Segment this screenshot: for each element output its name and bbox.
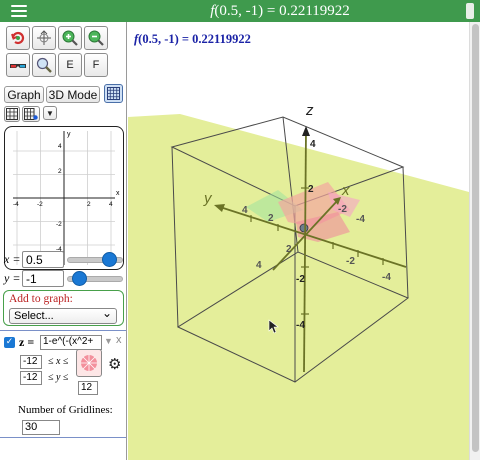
z-tick-2: 2 (308, 184, 314, 195)
surface-color-button[interactable] (76, 349, 102, 377)
header-scroll-stub (466, 3, 474, 19)
zoom-out-icon (88, 30, 104, 46)
y-tick-neg2: -2 (346, 256, 355, 267)
y-tick-4: 4 (242, 205, 248, 216)
surface-color-icon (81, 355, 97, 371)
function-expression-input[interactable]: 1-e^(-(x^2+ (40, 335, 102, 350)
y-slider-knob[interactable] (72, 271, 88, 286)
function-entry-panel: ✓ z = 1-e^(-(x^2+ ▼ x -12 ≤ x ≤ -12 ≤ y … (0, 330, 126, 438)
grid-icon (107, 87, 120, 100)
z-tick-4: 4 (310, 139, 316, 150)
f-button[interactable]: F (84, 53, 108, 77)
x-value-input[interactable] (22, 251, 64, 268)
3d-glasses-icon (10, 64, 26, 68)
hamburger-menu-icon[interactable] (6, 0, 32, 22)
graph-3d-canvas[interactable]: z y x 4 2 -2 -4 4 2 -2 -4 -2 -4 2 4 f(0.… (128, 22, 469, 460)
tab-3d-mode[interactable]: 3D Mode (46, 86, 100, 103)
header-title: f(0.5, -1) = 0.22119922 (120, 0, 440, 22)
mini-2d-graph[interactable]: x y -4 -2 2 4 4 2 -2 -4 (4, 126, 124, 270)
z-tick-neg4: -4 (296, 320, 305, 331)
reset-view-button[interactable] (6, 26, 30, 50)
y-range-label: ≤ y ≤ (48, 372, 69, 383)
y-slider[interactable] (67, 271, 123, 286)
zoom-in-button[interactable] (58, 26, 82, 50)
mini-y-tick-2: 2 (58, 168, 62, 175)
x-variable-label: x = (4, 252, 21, 266)
function-lhs: z = (19, 335, 35, 349)
table-view-button[interactable] (4, 106, 20, 122)
chevron-down-icon: ▼ (46, 108, 54, 118)
x-tick-neg4: -4 (356, 214, 365, 225)
status-value: (0.5, -1) = 0.22119922 (138, 32, 251, 46)
y-tick-2: 2 (268, 213, 274, 224)
magnifier-icon (36, 57, 52, 73)
y-variable-label: y = (4, 271, 21, 285)
add-to-graph-select[interactable]: Select... (9, 306, 117, 324)
gear-icon[interactable]: ⚙ (108, 355, 121, 373)
add-to-graph-panel: Add to graph: Select... (3, 290, 124, 326)
zoom-out-button[interactable] (84, 26, 108, 50)
axes-toggle-button[interactable] (32, 26, 56, 50)
y-variable-row: y = (4, 270, 64, 287)
zoom-in-icon (62, 30, 78, 46)
grid-view-button[interactable] (104, 84, 123, 103)
table-point-icon (24, 108, 38, 120)
x-axis-label: x (341, 182, 350, 199)
expression-dropdown-icon[interactable]: ▼ (104, 336, 113, 346)
mini-x-tick-4: 4 (109, 201, 113, 208)
left-panel: E F Graph 3D Mode ▼ x y -4 -2 2 4 4 2 -2… (0, 22, 127, 460)
x-tick-4: 4 (256, 260, 262, 271)
z-axis-label: z (305, 102, 314, 119)
y-max-input[interactable]: 12 (78, 381, 98, 395)
axes-icon (37, 30, 51, 45)
e-button[interactable]: E (58, 53, 82, 77)
gridlines-input[interactable]: 30 (22, 420, 60, 435)
header-title-value: (0.5, -1) = 0.22119922 (214, 3, 350, 19)
mini-x-tick-2: 2 (87, 201, 91, 208)
xy-plane (128, 114, 469, 460)
app-header: f(0.5, -1) = 0.22119922 (0, 0, 480, 22)
x-tick-2: 2 (286, 244, 292, 255)
graph-3d-svg: z y x 4 2 -2 -4 4 2 -2 -4 -2 -4 2 4 (128, 102, 469, 460)
gridlines-label: Number of Gridlines: (18, 404, 113, 416)
mini-x-tick-neg4: -4 (13, 201, 19, 208)
z-tick-neg2: -2 (296, 274, 305, 285)
x-variable-row: x = (4, 251, 64, 268)
function-visible-checkbox[interactable]: ✓ (4, 337, 15, 348)
function-value-readout: f(0.5, -1) = 0.22119922 (134, 32, 251, 47)
table-dropdown-button[interactable]: ▼ (43, 106, 57, 120)
y-value-input[interactable] (22, 270, 64, 287)
table-point-button[interactable] (22, 106, 40, 122)
vertical-scrollbar[interactable] (469, 22, 480, 460)
tab-graph[interactable]: Graph (4, 86, 44, 103)
remove-function-button[interactable]: x (116, 334, 122, 346)
table-icon (6, 108, 18, 120)
y-min-input[interactable]: -12 (20, 371, 42, 385)
magnifier-button[interactable] (32, 53, 56, 77)
mini-x-tick-neg2: -2 (37, 201, 43, 208)
mini-graph-canvas: x y -4 -2 2 4 4 2 -2 -4 (13, 131, 120, 265)
mini-x-axis-label: x (116, 190, 120, 197)
mini-y-tick-neg2: -2 (56, 221, 62, 228)
x-slider-knob[interactable] (101, 252, 117, 267)
add-to-graph-label: Add to graph: (9, 293, 73, 305)
y-tick-neg4: -4 (382, 272, 391, 283)
x-range-label: ≤ x ≤ (48, 356, 69, 367)
3d-glasses-button[interactable] (6, 53, 30, 77)
x-tick-neg2: -2 (338, 204, 347, 215)
mini-y-axis-label: y (67, 131, 71, 138)
scrollbar-thumb[interactable] (472, 24, 479, 452)
x-min-input[interactable]: -12 (20, 355, 42, 369)
x-slider[interactable] (67, 252, 123, 267)
reset-icon (11, 31, 25, 45)
mini-y-tick-4: 4 (58, 143, 62, 150)
